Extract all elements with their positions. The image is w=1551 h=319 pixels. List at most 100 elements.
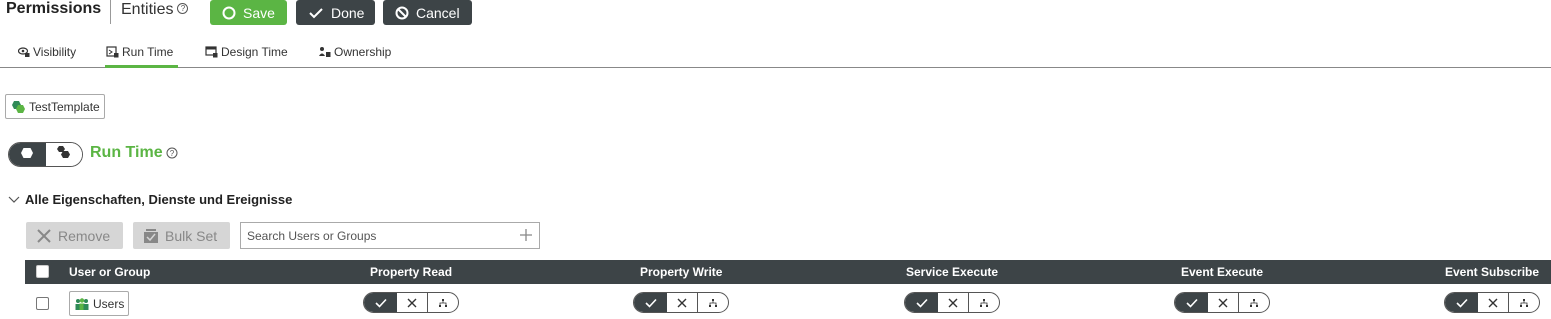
tab-label: Run Time (122, 45, 174, 59)
permission-scope-toggle[interactable] (8, 142, 83, 167)
check-icon (1185, 298, 1198, 308)
select-all-checkbox[interactable] (36, 265, 49, 278)
user-group-chip[interactable]: Users (69, 291, 130, 316)
deny-option[interactable] (1208, 293, 1239, 312)
page-title: Permissions (6, 0, 102, 17)
column-property-read[interactable]: Property Read (370, 265, 452, 279)
allow-option[interactable] (1175, 293, 1208, 312)
check-icon (915, 298, 928, 308)
help-icon[interactable]: ? (177, 3, 189, 15)
allow-option[interactable] (905, 293, 938, 312)
entities-label: Entities (121, 1, 174, 18)
multi-hexagon-icon (56, 145, 72, 164)
column-user-or-group[interactable]: User or Group (69, 265, 150, 279)
entities-subtitle: Entities? (121, 1, 189, 19)
check-icon (1455, 298, 1468, 308)
deny-option[interactable] (397, 293, 428, 312)
tab-label: Design Time (221, 45, 288, 59)
table-header: User or Group Property Read Property Wri… (25, 260, 1551, 284)
inherit-option[interactable] (428, 293, 458, 312)
chevron-down-icon (8, 196, 20, 204)
active-tab-indicator (105, 65, 178, 68)
deny-option[interactable] (1478, 293, 1509, 312)
inherit-option[interactable] (1239, 293, 1269, 312)
header-bar: Permissions Entities? Save Done Cancel (0, 0, 1551, 26)
hierarchy-icon (1250, 298, 1258, 307)
run-time-title: Run Time (90, 144, 163, 161)
service-execute-toggle[interactable] (904, 292, 1000, 313)
circle-icon (222, 6, 236, 20)
runtime-lock-icon (106, 46, 119, 58)
done-label: Done (331, 4, 365, 21)
close-icon (407, 298, 417, 307)
tab-ownership[interactable]: Ownership (318, 43, 391, 61)
remove-button[interactable]: Remove (26, 222, 123, 249)
owner-icon (318, 46, 331, 58)
column-property-write[interactable]: Property Write (640, 265, 722, 279)
event-execute-toggle[interactable] (1174, 292, 1270, 313)
add-icon[interactable] (518, 227, 534, 248)
save-label: Save (243, 4, 275, 21)
search-users-groups[interactable] (240, 222, 540, 249)
close-icon (948, 298, 958, 307)
section-header[interactable]: Alle Eigenschaften, Dienste und Ereignis… (8, 192, 292, 207)
bulk-set-icon (143, 228, 159, 244)
hierarchy-icon (439, 298, 447, 307)
user-group-name: Users (93, 296, 125, 311)
title-divider (110, 0, 111, 24)
close-icon (677, 298, 687, 307)
allow-option[interactable] (634, 293, 667, 312)
close-icon (1218, 298, 1228, 307)
tab-design-time[interactable]: Design Time (205, 43, 288, 61)
bulk-set-button[interactable]: Bulk Set (133, 222, 230, 249)
hexagon-icon (20, 146, 34, 164)
hierarchy-icon (1520, 298, 1528, 307)
deny-option[interactable] (938, 293, 969, 312)
tab-visibility[interactable]: Visibility (18, 43, 76, 61)
check-icon (374, 298, 387, 308)
hierarchy-icon (980, 298, 988, 307)
eye-lock-icon (18, 46, 30, 58)
column-event-subscribe[interactable]: Event Subscribe (1445, 265, 1539, 279)
inherit-option[interactable] (1509, 293, 1539, 312)
column-event-execute[interactable]: Event Execute (1181, 265, 1263, 279)
bulk-set-label: Bulk Set (165, 227, 218, 244)
check-icon (308, 6, 324, 20)
toggle-single-option[interactable] (9, 143, 46, 166)
toggle-multi-option[interactable] (45, 143, 82, 166)
inherit-option[interactable] (698, 293, 728, 312)
entity-chip[interactable]: TestTemplate (5, 94, 105, 119)
tab-run-time[interactable]: Run Time (106, 43, 173, 61)
save-button[interactable]: Save (210, 0, 287, 25)
event-subscribe-toggle[interactable] (1444, 292, 1540, 313)
section-title: Alle Eigenschaften, Dienste und Ereignis… (25, 192, 293, 207)
remove-label: Remove (58, 227, 111, 244)
deny-option[interactable] (667, 293, 698, 312)
row-checkbox[interactable] (36, 297, 49, 310)
permission-tabs: Visibility Run Time Design Time Ownershi… (0, 40, 1551, 68)
tab-label: Visibility (33, 45, 77, 59)
tab-label: Ownership (334, 45, 392, 59)
cancel-button[interactable]: Cancel (383, 0, 472, 25)
check-icon (644, 298, 657, 308)
close-icon (1488, 298, 1498, 307)
inherit-option[interactable] (969, 293, 999, 312)
svg-text:?: ? (170, 149, 175, 158)
allow-option[interactable] (364, 293, 397, 312)
table-row: Users (25, 285, 1551, 319)
ban-icon (395, 6, 409, 20)
cancel-label: Cancel (416, 4, 460, 21)
property-read-toggle[interactable] (363, 292, 459, 313)
property-write-toggle[interactable] (633, 292, 729, 313)
entity-label: TestTemplate (29, 99, 100, 114)
allow-option[interactable] (1445, 293, 1478, 312)
hierarchy-icon (709, 298, 717, 307)
help-icon[interactable]: ? (166, 146, 178, 164)
thing-template-icon (10, 100, 26, 114)
column-service-execute[interactable]: Service Execute (906, 265, 998, 279)
design-lock-icon (205, 46, 218, 58)
group-icon (74, 297, 90, 310)
search-input[interactable] (241, 223, 511, 248)
close-icon (36, 228, 52, 244)
done-button[interactable]: Done (296, 0, 375, 25)
